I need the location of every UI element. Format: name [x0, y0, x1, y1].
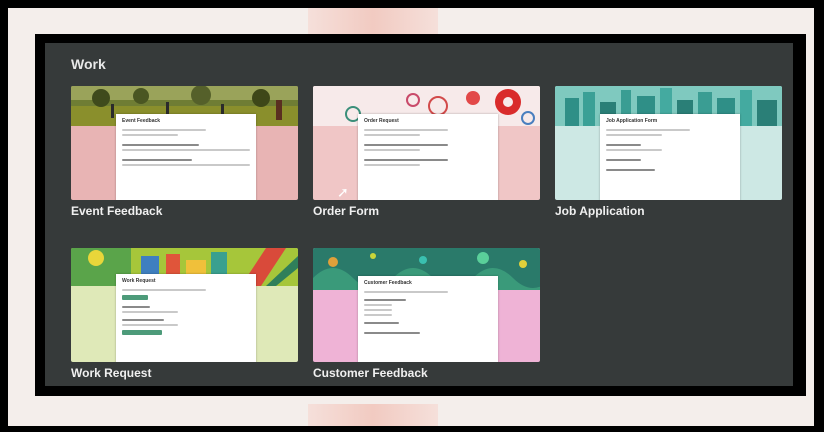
template-card-label[interactable]: Job Application [555, 204, 645, 218]
preview-line [364, 322, 399, 324]
preview-line [606, 144, 641, 146]
preview-line [122, 311, 178, 313]
preview-line [122, 159, 192, 161]
preview-line [364, 299, 406, 301]
mouse-cursor-icon: ➚ [337, 184, 349, 200]
preview-line [606, 129, 690, 131]
preview-button [122, 295, 148, 300]
preview-line [122, 134, 178, 136]
form-preview-title: Customer Feedback [364, 280, 412, 286]
preview-line [122, 144, 199, 146]
form-preview: Order Request [358, 114, 498, 200]
preview-button [122, 330, 162, 335]
section-title: Work [71, 56, 106, 72]
preview-line [122, 149, 250, 151]
preview-line [364, 129, 448, 131]
template-thumbnail[interactable]: Job Application Form [555, 86, 782, 200]
preview-line [122, 164, 250, 166]
form-preview-title: Order Request [364, 118, 399, 124]
form-preview-title: Event Feedback [122, 118, 161, 124]
form-preview-title: Job Application Form [606, 118, 658, 124]
template-card-label[interactable]: Customer Feedback [313, 366, 428, 380]
preview-line [606, 134, 662, 136]
preview-line [122, 129, 206, 131]
preview-line [364, 164, 420, 166]
form-preview-title: Work Request [122, 278, 156, 284]
template-card-label[interactable]: Work Request [71, 366, 151, 380]
preview-line [122, 306, 150, 308]
preview-line [364, 309, 392, 311]
preview-line [122, 319, 164, 321]
preview-line [122, 324, 178, 326]
template-thumbnail[interactable]: Event Feedback [71, 86, 298, 200]
preview-line [606, 169, 655, 171]
preview-line [364, 304, 392, 306]
template-thumbnail[interactable]: Customer Feedback [313, 248, 540, 362]
preview-line [364, 159, 448, 161]
preview-line [606, 159, 641, 161]
template-card-label[interactable]: Event Feedback [71, 204, 162, 218]
preview-line [606, 149, 662, 151]
preview-line [122, 289, 206, 291]
form-preview: Job Application Form [600, 114, 740, 200]
preview-line [364, 134, 420, 136]
template-card-label[interactable]: Order Form [313, 204, 379, 218]
template-thumbnail[interactable]: Work Request [71, 248, 298, 362]
form-preview: Event Feedback [116, 114, 256, 200]
preview-line [364, 291, 448, 293]
preview-line [364, 332, 420, 334]
preview-line [364, 314, 392, 316]
preview-line [364, 144, 448, 146]
form-preview: Work Request [116, 274, 256, 362]
preview-line [364, 149, 420, 151]
form-preview: Customer Feedback [358, 276, 498, 362]
template-gallery: Work Event Feedback Event Feedback Order… [45, 43, 793, 386]
template-thumbnail[interactable]: Order Request ➚ [313, 86, 540, 200]
